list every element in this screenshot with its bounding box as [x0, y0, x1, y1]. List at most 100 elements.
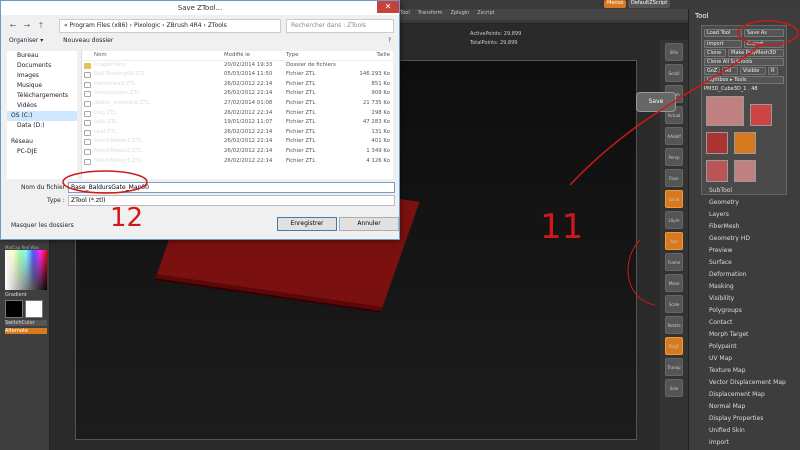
- lightbox-tools-button[interactable]: Lightbox ▸ Tools: [704, 76, 784, 84]
- thumb-cylinder[interactable]: [749, 104, 772, 126]
- sidebar-item-os-c[interactable]: OS (C:): [7, 111, 77, 121]
- tool-menu-uv-map[interactable]: UV Map: [689, 353, 800, 365]
- tool-menu-contact[interactable]: Contact: [689, 317, 800, 329]
- back-arrow-icon[interactable]: ←: [7, 19, 19, 33]
- tool-menu-subtool[interactable]: SubTool: [689, 185, 800, 197]
- file-row[interactable]: Julie.ZTL 19/01/2012 11:07 Fichier ZTL 47 2…: [82, 118, 393, 128]
- type-select[interactable]: ZTool (*.ztl): [68, 195, 395, 206]
- secondary-color-swatch[interactable]: [25, 300, 43, 318]
- primary-color-swatch[interactable]: [5, 300, 23, 318]
- shelf-move[interactable]: Move: [665, 274, 683, 292]
- file-row[interactable]: DemoSoldier.ZTL 26/02/2012 22:14 Fichier Z…: [82, 89, 393, 99]
- file-row[interactable]: MatchMaker1.ZTL 26/02/2012 22:14 Fichier Z…: [82, 137, 393, 147]
- shelf-scale[interactable]: Scale: [665, 295, 683, 313]
- alternate-button[interactable]: Alternate: [5, 328, 47, 334]
- tool-menu-texture-map[interactable]: Texture Map: [689, 365, 800, 377]
- file-row[interactable]: Leaf.ZTL 26/02/2012 22:14 Fichier ZTL 131 K…: [82, 128, 393, 138]
- file-row[interactable]: MatchMaker3.ZTL 26/02/2012 22:14 Fichier Z…: [82, 157, 393, 167]
- cancel-button[interactable]: Annuler: [339, 217, 399, 231]
- thumb-current-tool[interactable]: [706, 96, 744, 126]
- menu-transform[interactable]: Transform: [418, 10, 443, 16]
- shelf-local[interactable]: Local: [665, 190, 683, 208]
- file-row[interactable]: DemoHead.ZTL 26/02/2012 22:14 Fichier ZTL 8…: [82, 80, 393, 90]
- column-size[interactable]: Taille: [346, 51, 390, 61]
- sidebar-item-documents[interactable]: Documents: [7, 61, 77, 71]
- tool-menu-preview[interactable]: Preview: [689, 245, 800, 257]
- shelf-frame[interactable]: Frame: [665, 253, 683, 271]
- address-bar[interactable]: « Program Files (x86) › Pixologic › ZBru…: [59, 19, 281, 33]
- thumb-cube[interactable]: [706, 160, 728, 182]
- shelf-xyz[interactable]: Xyz: [665, 232, 683, 250]
- shelf-aahalf[interactable]: AAHalf: [665, 127, 683, 145]
- save-button[interactable]: Enregistrer: [277, 217, 337, 231]
- new-folder-button[interactable]: Nouveau dossier: [63, 37, 113, 44]
- shelf-lsym[interactable]: LSym: [665, 211, 683, 229]
- file-row[interactable]: Bull-Training00.ZTL 05/03/2014 11:50 Fichi…: [82, 70, 393, 80]
- thumb-pm3d-cube[interactable]: [733, 160, 756, 182]
- import-button[interactable]: Import: [704, 40, 742, 48]
- tool-menu-layers[interactable]: Layers: [689, 209, 800, 221]
- sidebar-item-pc-dje[interactable]: PC-DJE: [7, 147, 77, 157]
- tool-menu-vector-displacement-map[interactable]: Vector Displacement Map: [689, 377, 800, 389]
- export-button[interactable]: Export: [744, 40, 784, 48]
- menu-zplugin[interactable]: Zplugin: [450, 10, 469, 16]
- shelf-persp[interactable]: Persp: [665, 148, 683, 166]
- tool-menu-deformation[interactable]: Deformation: [689, 269, 800, 281]
- sidebar-item-images[interactable]: Images: [7, 71, 77, 81]
- shelf-polyf[interactable]: PolyF: [665, 337, 683, 355]
- hide-folders-toggle[interactable]: Masquer les dossiers: [11, 222, 74, 229]
- column-name[interactable]: Nom: [94, 51, 224, 61]
- save-as-button[interactable]: Save As: [744, 29, 784, 37]
- organize-button[interactable]: Organiser ▾: [9, 37, 43, 44]
- menu-tool[interactable]: Tool: [400, 10, 410, 16]
- sidebar-item-bureau[interactable]: Bureau: [7, 51, 77, 61]
- clone-all-subtools-button[interactable]: Clone All SubTools: [704, 58, 784, 66]
- forward-arrow-icon[interactable]: →: [21, 19, 33, 33]
- color-picker[interactable]: [5, 250, 47, 290]
- goz-button[interactable]: GoZ: [704, 67, 720, 75]
- tool-menu-polygroups[interactable]: Polygroups: [689, 305, 800, 317]
- shelf-rotate[interactable]: Rotate: [665, 316, 683, 334]
- tool-menu-normal-map[interactable]: Normal Map: [689, 401, 800, 413]
- help-icon[interactable]: ?: [388, 37, 391, 44]
- shelf-solo[interactable]: Solo: [665, 379, 683, 397]
- sidebar-item-data-d[interactable]: Data (D:): [7, 121, 77, 131]
- file-row[interactable]: Dog.ZTL 26/02/2012 22:14 Fichier ZTL 298 Ko: [82, 109, 393, 119]
- menu-zscript[interactable]: Zscript: [477, 10, 494, 16]
- default-zscript-button[interactable]: DefaultZScript: [628, 0, 671, 8]
- tool-menu-unified-skin[interactable]: Unified Skin: [689, 425, 800, 437]
- menus-button[interactable]: Menus: [604, 0, 627, 8]
- tool-menu-morph-target[interactable]: Morph Target: [689, 329, 800, 341]
- tool-menu-fibermesh[interactable]: FiberMesh: [689, 221, 800, 233]
- sidebar-item-musique[interactable]: Musique: [7, 81, 77, 91]
- tool-menu-surface[interactable]: Surface: [689, 257, 800, 269]
- load-tool-button[interactable]: Load Tool: [704, 29, 742, 37]
- tool-menu-visibility[interactable]: Visibility: [689, 293, 800, 305]
- make-polymesh-button[interactable]: Make PolyMesh3D: [728, 49, 784, 57]
- shelf-spix[interactable]: SPix: [665, 43, 683, 61]
- close-button[interactable]: ✕: [377, 1, 399, 13]
- search-input[interactable]: Rechercher dans : ZTools: [286, 19, 394, 33]
- tool-panel-title[interactable]: Tool: [695, 12, 709, 20]
- all-button[interactable]: All: [722, 67, 738, 75]
- tool-menu-polypaint[interactable]: Polypaint: [689, 341, 800, 353]
- column-type[interactable]: Type: [286, 51, 346, 61]
- filename-input[interactable]: Base_BaldursGate_Map00: [68, 182, 395, 193]
- tool-menu-masking[interactable]: Masking: [689, 281, 800, 293]
- shelf-floor[interactable]: Floor: [665, 169, 683, 187]
- sidebar-item-reseau[interactable]: Réseau: [7, 137, 77, 147]
- file-row[interactable]: diablo_amphibie.ZTL 27/02/2014 01:08 Fichi…: [82, 99, 393, 109]
- tool-menu-display-properties[interactable]: Display Properties: [689, 413, 800, 425]
- tool-menu-import[interactable]: Import: [689, 437, 800, 449]
- up-arrow-icon[interactable]: ↑: [35, 19, 47, 33]
- r-button[interactable]: R: [768, 67, 778, 75]
- thumb-polymesh[interactable]: [706, 132, 728, 154]
- column-modified[interactable]: Modifié le: [224, 51, 286, 61]
- switch-color-button[interactable]: SwitchColor: [5, 320, 47, 326]
- shelf-transp[interactable]: Transp: [665, 358, 683, 376]
- visible-button[interactable]: Visible: [740, 67, 766, 75]
- sidebar-item-videos[interactable]: Vidéos: [7, 101, 77, 111]
- file-row[interactable]: ImagePlane 20/02/2014 19:33 Dossier de fic…: [82, 61, 393, 71]
- gradient-label[interactable]: Gradient: [5, 292, 47, 298]
- sidebar-item-telechargements[interactable]: Téléchargements: [7, 91, 77, 101]
